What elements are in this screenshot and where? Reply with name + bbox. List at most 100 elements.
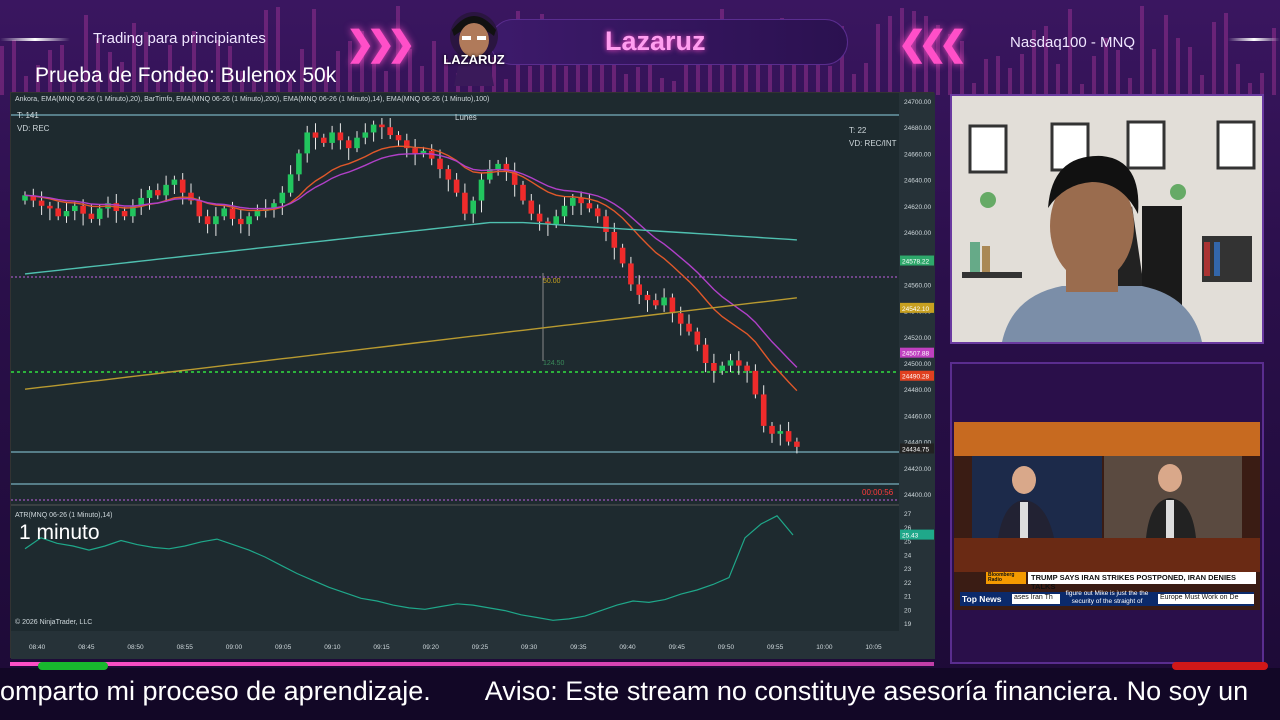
candle-body bbox=[711, 363, 717, 371]
candle-body bbox=[727, 360, 734, 366]
candle-body bbox=[63, 211, 70, 217]
candle-body bbox=[238, 218, 244, 225]
decorative-bar bbox=[528, 65, 532, 95]
candle-body bbox=[570, 197, 576, 206]
candle-body bbox=[794, 441, 800, 447]
price-chart[interactable]: 24700.00 24680.00 24660.00 24640.00 24620.00… bbox=[10, 92, 935, 659]
candle-body bbox=[80, 205, 86, 214]
candle-body bbox=[478, 179, 485, 201]
price-tick: 24500.00 bbox=[904, 361, 931, 368]
atr-tag-label: 25.43 bbox=[902, 533, 919, 540]
price-tick: 24480.00 bbox=[904, 387, 931, 394]
stream-subtitle: Trading para principiantes bbox=[93, 30, 266, 47]
time-tick: 09:20 bbox=[423, 644, 440, 651]
candle-body bbox=[221, 208, 227, 217]
candle-body bbox=[736, 360, 742, 366]
challenge-title: Prueba de Fondeo: Bulenox 50k bbox=[35, 64, 337, 87]
time-tick: 08:55 bbox=[177, 644, 194, 651]
candle-body bbox=[495, 163, 501, 170]
time-tick: 09:25 bbox=[472, 644, 489, 651]
candle-body bbox=[213, 216, 219, 225]
candle-body bbox=[329, 132, 335, 143]
price-tick: 24400.00 bbox=[904, 492, 931, 499]
decorative-bar bbox=[816, 63, 820, 95]
candle-body bbox=[702, 344, 709, 363]
candle-body bbox=[611, 232, 618, 248]
vd-right: VD: REC/INT bbox=[849, 139, 897, 148]
range-label: 50.00 bbox=[543, 278, 561, 285]
decorative-bar bbox=[1068, 8, 1072, 95]
decorative-bar bbox=[1176, 38, 1180, 95]
price-tag-label: 24542.10 bbox=[902, 306, 929, 313]
decorative-bar bbox=[336, 51, 340, 95]
news-ticker-left: ases Iran Th bbox=[1012, 594, 1060, 604]
chart-indicators: Ankora, EMA(MNQ 06-26 (1 Minuto),20), Ba… bbox=[15, 96, 490, 103]
price-tick: 24520.00 bbox=[904, 335, 931, 342]
webcam-frame bbox=[950, 94, 1264, 344]
candle-body bbox=[204, 216, 211, 225]
decorative-bar bbox=[12, 40, 16, 95]
candle-body bbox=[121, 211, 128, 217]
decorative-bar bbox=[1020, 53, 1024, 95]
decorative-bar bbox=[876, 23, 880, 95]
candle-body bbox=[528, 200, 535, 214]
trade-count-left: T: 141 bbox=[17, 111, 39, 120]
candle-body bbox=[760, 394, 767, 426]
time-tick: 10:00 bbox=[816, 644, 833, 651]
price-tick: 24680.00 bbox=[904, 125, 931, 132]
news-ticker-right: Europe Must Work on De bbox=[1158, 594, 1254, 604]
candle-body bbox=[146, 190, 153, 198]
candle-body bbox=[304, 132, 310, 154]
candle-body bbox=[229, 208, 236, 219]
decorative-bar bbox=[1212, 21, 1216, 95]
candle-body bbox=[379, 124, 385, 128]
time-tick: 09:55 bbox=[767, 644, 784, 651]
candle-body bbox=[752, 370, 759, 395]
vd-left: VD: REC bbox=[17, 124, 50, 133]
time-tick: 09:35 bbox=[570, 644, 587, 651]
candle-body bbox=[72, 205, 78, 212]
decorative-bar bbox=[1008, 67, 1012, 95]
candle-body bbox=[561, 205, 568, 217]
decorative-line bbox=[1228, 38, 1280, 41]
price-tick: 24640.00 bbox=[904, 178, 931, 185]
instrument-label: Nasdaq100 - MNQ bbox=[1010, 34, 1136, 51]
candle-body bbox=[437, 158, 443, 170]
decorative-bar bbox=[408, 49, 412, 95]
candle-body bbox=[603, 216, 609, 232]
candle-body bbox=[644, 294, 651, 301]
decorative-bar bbox=[1152, 48, 1156, 95]
decorative-bar bbox=[372, 62, 376, 95]
price-tag-label: 24578.22 bbox=[902, 259, 929, 266]
price-tag-label: 24490.28 bbox=[902, 374, 929, 381]
news-top-label: Top News bbox=[962, 594, 1002, 604]
candle-body bbox=[412, 148, 418, 154]
candle-body bbox=[246, 216, 252, 225]
price-tick: 24600.00 bbox=[904, 230, 931, 237]
bar-timer: 00:00:56 bbox=[862, 488, 894, 497]
decorative-bar bbox=[432, 41, 436, 95]
decorative-bar bbox=[1224, 13, 1228, 95]
atr-tick: 23 bbox=[904, 566, 912, 573]
decorative-bar bbox=[1092, 56, 1096, 95]
candle-body bbox=[96, 208, 103, 219]
decorative-bar bbox=[1260, 72, 1264, 95]
candle-body bbox=[769, 425, 775, 434]
candle-body bbox=[785, 431, 792, 442]
chart-canvas[interactable]: 24700.00 24680.00 24660.00 24640.00 24620.00… bbox=[11, 93, 935, 659]
candle-body bbox=[628, 263, 634, 285]
candle-body bbox=[619, 247, 626, 264]
time-tick: 09:30 bbox=[521, 644, 538, 651]
atr-tick: 20 bbox=[904, 607, 912, 614]
decorative-bar bbox=[1188, 47, 1192, 95]
candle-body bbox=[88, 213, 95, 219]
candle-body bbox=[337, 132, 344, 141]
decorative-bar bbox=[864, 63, 868, 95]
candle-body bbox=[453, 179, 460, 193]
avatar-label: LAZARUZ bbox=[443, 52, 505, 67]
decorative-bar bbox=[888, 16, 892, 95]
candle-body bbox=[47, 205, 53, 209]
time-tick: 09:00 bbox=[226, 644, 243, 651]
price-tick: 24420.00 bbox=[904, 466, 931, 473]
price-tick: 24560.00 bbox=[904, 282, 931, 289]
